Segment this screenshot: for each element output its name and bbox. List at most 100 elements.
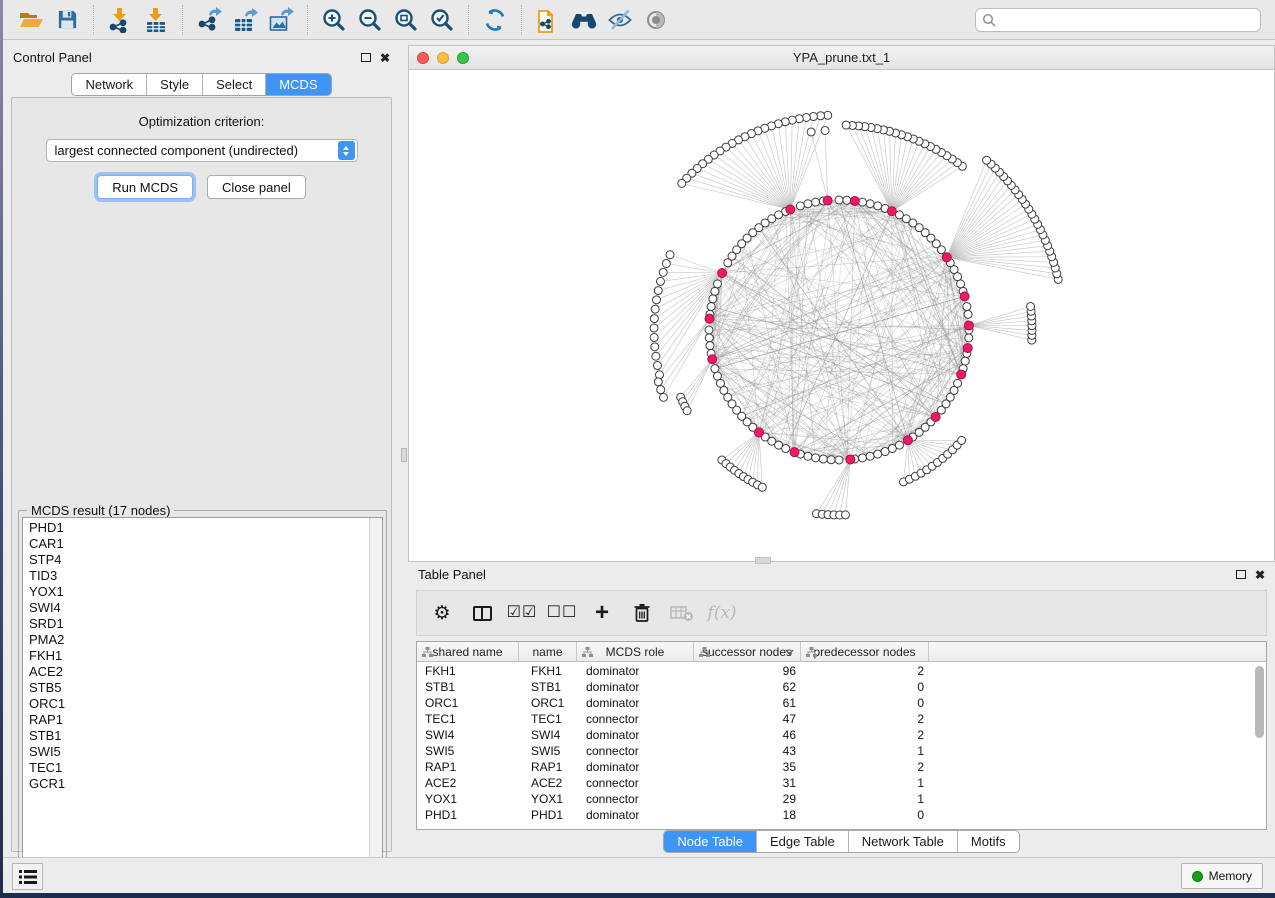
window-zoom-traffic-light[interactable] bbox=[457, 52, 469, 64]
cell-name[interactable]: SWI5 bbox=[519, 744, 577, 758]
import-table-icon[interactable] bbox=[138, 4, 174, 36]
cell-successor_nodes[interactable]: 35 bbox=[694, 760, 801, 774]
table-row[interactable]: YOX1YOX1connector291 bbox=[417, 791, 1266, 807]
satellite-node[interactable] bbox=[821, 126, 829, 134]
deselect-all-columns-icon[interactable]: ☐☐ bbox=[545, 596, 579, 630]
cell-predecessor_nodes[interactable]: 0 bbox=[801, 680, 929, 694]
cell-name[interactable]: YOX1 bbox=[519, 792, 577, 806]
ring-node[interactable] bbox=[895, 441, 903, 449]
cell-shared_name[interactable]: TEC1 bbox=[417, 712, 519, 726]
ring-node[interactable] bbox=[705, 326, 713, 334]
mcds-hub-node[interactable] bbox=[823, 196, 832, 205]
open-session-icon[interactable] bbox=[13, 4, 49, 36]
satellite-node[interactable] bbox=[683, 407, 691, 415]
mcds-hub-node[interactable] bbox=[846, 455, 855, 464]
cell-predecessor_nodes[interactable]: 1 bbox=[801, 776, 929, 790]
satellite-node[interactable] bbox=[650, 315, 658, 323]
ring-node[interactable] bbox=[835, 456, 843, 464]
ring-node[interactable] bbox=[827, 456, 835, 464]
table-row[interactable]: SWI5SWI5connector431 bbox=[417, 743, 1266, 759]
table-row[interactable]: PHD1PHD1dominator180 bbox=[417, 807, 1266, 823]
import-network-icon[interactable] bbox=[102, 4, 138, 36]
cell-name[interactable]: ACE2 bbox=[519, 776, 577, 790]
ring-node[interactable] bbox=[804, 452, 812, 460]
zoom-selected-icon[interactable] bbox=[424, 4, 460, 36]
cell-shared_name[interactable]: PHD1 bbox=[417, 808, 519, 822]
mcds-result-item[interactable]: PMA2 bbox=[23, 632, 369, 648]
mcds-hub-node[interactable] bbox=[960, 292, 969, 301]
ring-node[interactable] bbox=[819, 455, 827, 463]
mcds-hub-node[interactable] bbox=[850, 196, 859, 205]
float-panel-icon[interactable] bbox=[361, 53, 371, 62]
ring-node[interactable] bbox=[707, 303, 715, 311]
ring-node[interactable] bbox=[705, 334, 713, 342]
cell-successor_nodes[interactable]: 46 bbox=[694, 728, 801, 742]
satellite-node[interactable] bbox=[842, 121, 850, 129]
cell-successor_nodes[interactable]: 29 bbox=[694, 792, 801, 806]
mcds-hub-node[interactable] bbox=[931, 412, 940, 421]
cell-mcds_role[interactable]: dominator bbox=[577, 728, 694, 742]
cell-shared_name[interactable]: FKH1 bbox=[417, 664, 519, 678]
cell-shared_name[interactable]: YOX1 bbox=[417, 792, 519, 806]
column-header-successor-nodes[interactable]: successor nodes bbox=[694, 642, 801, 661]
mcds-result-item[interactable]: STB5 bbox=[23, 680, 369, 696]
zoom-out-icon[interactable] bbox=[352, 4, 388, 36]
export-image-icon[interactable] bbox=[263, 4, 299, 36]
ring-node[interactable] bbox=[812, 454, 820, 462]
cell-predecessor_nodes[interactable]: 2 bbox=[801, 664, 929, 678]
satellite-node[interactable] bbox=[1027, 302, 1035, 310]
ring-node[interactable] bbox=[858, 454, 866, 462]
panel-list-button[interactable] bbox=[12, 863, 43, 890]
cell-predecessor_nodes[interactable]: 2 bbox=[801, 760, 929, 774]
criterion-select[interactable]: largest connected component (undirected) bbox=[46, 139, 358, 162]
float-table-panel-icon[interactable] bbox=[1236, 570, 1246, 579]
satellite-node[interactable] bbox=[650, 333, 658, 341]
apply-layout-refresh-icon[interactable] bbox=[477, 4, 513, 36]
satellite-node[interactable] bbox=[659, 268, 667, 276]
cell-mcds_role[interactable]: dominator bbox=[577, 808, 694, 822]
cell-shared_name[interactable]: SWI5 bbox=[417, 744, 519, 758]
zoom-fit-icon[interactable] bbox=[388, 4, 424, 36]
mcds-result-item[interactable]: GCR1 bbox=[23, 776, 369, 792]
splitter-grip[interactable] bbox=[401, 448, 407, 462]
table-scrollbar-thumb[interactable] bbox=[1255, 666, 1264, 738]
mcds-result-item[interactable]: FKH1 bbox=[23, 648, 369, 664]
satellite-node[interactable] bbox=[653, 362, 661, 370]
ring-node[interactable] bbox=[711, 287, 719, 295]
satellite-node[interactable] bbox=[654, 378, 662, 386]
cell-mcds_role[interactable]: connector bbox=[577, 712, 694, 726]
ring-node[interactable] bbox=[866, 452, 874, 460]
mcds-result-item[interactable]: SWI4 bbox=[23, 600, 369, 616]
ring-node[interactable] bbox=[963, 303, 971, 311]
satellite-node[interactable] bbox=[666, 251, 674, 259]
cell-successor_nodes[interactable]: 31 bbox=[694, 776, 801, 790]
mcds-hub-node[interactable] bbox=[903, 436, 912, 445]
cell-shared_name[interactable]: ORC1 bbox=[417, 696, 519, 710]
tab-network[interactable]: Network bbox=[72, 74, 147, 95]
cell-name[interactable]: SWI4 bbox=[519, 728, 577, 742]
ring-node[interactable] bbox=[709, 295, 717, 303]
window-minimize-traffic-light[interactable] bbox=[437, 52, 449, 64]
mcds-result-item[interactable]: TID3 bbox=[23, 568, 369, 584]
cell-mcds_role[interactable]: connector bbox=[577, 776, 694, 790]
satellite-node[interactable] bbox=[652, 296, 660, 304]
table-row[interactable]: ORC1ORC1dominator610 bbox=[417, 695, 1266, 711]
cell-successor_nodes[interactable]: 18 bbox=[694, 808, 801, 822]
cell-mcds_role[interactable]: dominator bbox=[577, 696, 694, 710]
mcds-hub-node[interactable] bbox=[964, 321, 973, 330]
ring-node[interactable] bbox=[782, 445, 790, 453]
first-neighbors-icon[interactable] bbox=[566, 4, 602, 36]
mcds-hub-node[interactable] bbox=[963, 344, 972, 353]
ring-node[interactable] bbox=[796, 202, 804, 210]
hide-selected-icon[interactable] bbox=[602, 4, 638, 36]
ring-node[interactable] bbox=[812, 198, 820, 206]
ring-node[interactable] bbox=[724, 259, 732, 267]
mcds-result-item[interactable]: TEC1 bbox=[23, 760, 369, 776]
table-row[interactable]: STB1STB1dominator620 bbox=[417, 679, 1266, 695]
mcds-result-list[interactable]: PHD1CAR1STP4TID3YOX1SWI4SRD1PMA2FKH1ACE2… bbox=[22, 517, 383, 878]
cell-predecessor_nodes[interactable]: 0 bbox=[801, 696, 929, 710]
vertical-splitter[interactable] bbox=[400, 45, 408, 856]
search-input[interactable] bbox=[997, 10, 1260, 30]
cell-predecessor_nodes[interactable]: 1 bbox=[801, 792, 929, 806]
ring-node[interactable] bbox=[954, 379, 962, 387]
